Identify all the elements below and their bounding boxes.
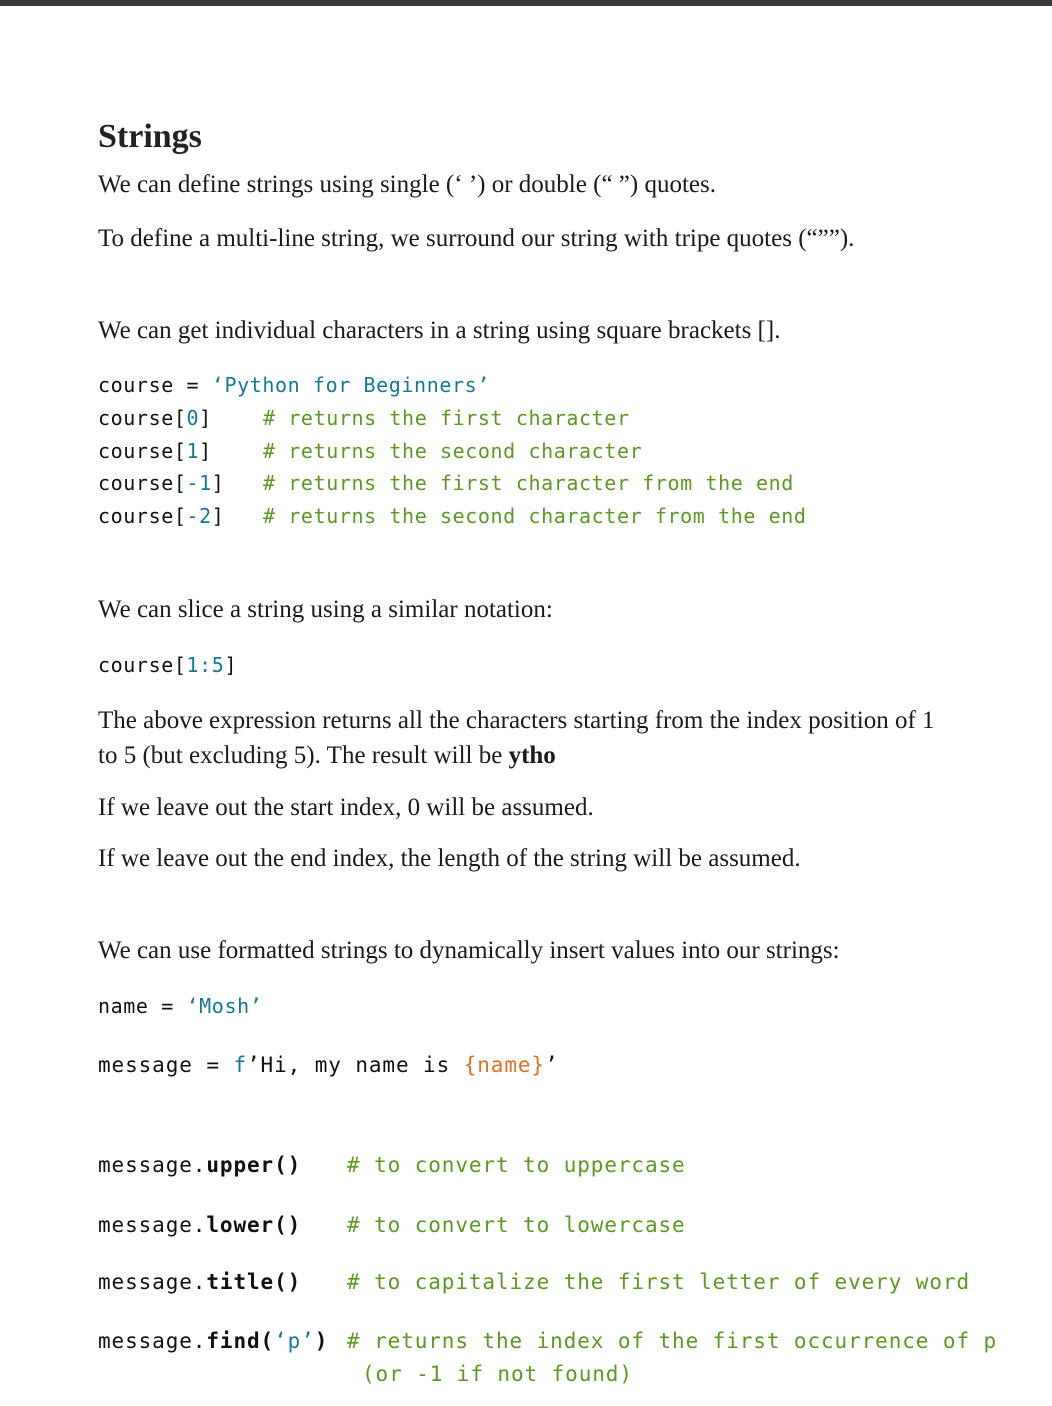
code-prefix: course[ (98, 406, 187, 430)
code-line-index: course[-1] (98, 471, 224, 495)
quotes-mid: ) or double ( (477, 171, 602, 198)
code-op: = (173, 373, 212, 397)
code-suffix: ] (224, 653, 238, 677)
code-fstring-text: ’Hi, my name is (247, 1053, 464, 1077)
code-comment: # returns the second character (263, 439, 643, 463)
multiline-suffix: ). (839, 225, 855, 252)
code-line-find: message.find(‘p’) (98, 1329, 328, 1353)
slice-explain-line2: to 5 (but excluding 5). The result will … (98, 742, 556, 770)
multiline-prefix: To define a multi-line string, we surrou… (98, 225, 807, 252)
top-bar (0, 0, 1052, 6)
quotes-suffix: ) quotes. (629, 171, 716, 198)
slicing-paragraph: We can slice a string using a similar no… (98, 596, 553, 623)
single-quote-sample: ‘ ’ (454, 171, 478, 198)
code-comment: # to capitalize the first letter of ever… (347, 1270, 970, 1294)
formatted-paragraph: We can use formatted strings to dynamica… (98, 937, 840, 964)
code-line-name: name = ‘Mosh’ (98, 994, 262, 1018)
code-object: message. (98, 1270, 207, 1294)
code-line-index: course[1] (98, 439, 212, 463)
code-method: upper() (206, 1153, 302, 1177)
code-line-index: course[0] (98, 406, 212, 430)
code-method: title() (206, 1270, 302, 1294)
code-index: 1 (186, 439, 200, 463)
code-fstring-close: ’ (544, 1053, 559, 1077)
code-op: = (148, 994, 187, 1018)
slice-explain-line1: The above expression returns all the cha… (98, 707, 935, 734)
code-fprefix: f (233, 1053, 247, 1077)
section-heading: Strings (98, 118, 202, 155)
code-comment: # to convert to uppercase (347, 1153, 686, 1177)
code-suffix: ] (211, 504, 225, 528)
code-object: message. (98, 1153, 207, 1177)
quotes-prefix: We can define strings using single ( (98, 171, 455, 198)
code-line-assign: course = ‘Python for Beginners’ (98, 373, 490, 397)
code-prefix: course[ (98, 439, 187, 463)
code-comment: # returns the first character (263, 406, 630, 430)
code-string: ‘Mosh’ (186, 994, 263, 1018)
code-line-method: message.title() (98, 1270, 301, 1294)
code-close-paren: ) (314, 1329, 329, 1353)
double-quote-sample: “ ” (601, 171, 630, 198)
slice-explain-prefix: to 5 (but excluding 5). The result will … (98, 742, 509, 769)
code-comment-continuation: (or -1 if not found) (362, 1362, 633, 1386)
end-index-note: If we leave out the end index, the lengt… (98, 845, 801, 872)
code-prefix: course[ (98, 504, 187, 528)
code-index: -2 (186, 504, 212, 528)
code-line-slice: course[1:5] (98, 653, 237, 677)
code-method: find( (206, 1329, 275, 1353)
code-op: = (192, 1053, 234, 1077)
code-suffix: ] (211, 471, 225, 495)
code-range: 1:5 (186, 653, 225, 677)
start-index-note: If we leave out the start index, 0 will … (98, 794, 594, 821)
code-string: ‘Python for Beginners’ (211, 373, 490, 397)
code-line-message: message = f’Hi, my name is {name}’ (98, 1053, 559, 1077)
code-line-index: course[-2] (98, 504, 224, 528)
code-object: message. (98, 1213, 207, 1237)
code-suffix: ] (199, 439, 212, 463)
code-comment: # returns the index of the first occurre… (347, 1329, 998, 1353)
code-suffix: ] (199, 406, 212, 430)
code-var: message (98, 1053, 193, 1077)
code-interpolation: {name} (463, 1053, 545, 1077)
slice-result: ytho (508, 742, 556, 769)
code-index: 0 (186, 406, 200, 430)
code-line-method: message.upper() (98, 1153, 301, 1177)
code-comment: # returns the second character from the … (263, 504, 807, 528)
code-prefix: course[ (98, 471, 187, 495)
code-object: message. (98, 1329, 207, 1353)
code-var: name (98, 994, 149, 1018)
code-method: lower() (206, 1213, 302, 1237)
multiline-paragraph: To define a multi-line string, we surrou… (98, 225, 854, 253)
triple-quote-sample: “”” (806, 225, 840, 252)
code-var: course (98, 373, 174, 397)
code-prefix: course[ (98, 653, 187, 677)
indexing-paragraph: We can get individual characters in a st… (98, 317, 781, 344)
code-comment: # to convert to lowercase (347, 1213, 686, 1237)
code-comment: # returns the first character from the e… (263, 471, 794, 495)
code-line-method: message.lower() (98, 1213, 301, 1237)
code-arg: ‘p’ (274, 1329, 315, 1353)
quotes-paragraph: We can define strings using single (‘ ’)… (98, 171, 716, 199)
code-index: -1 (186, 471, 212, 495)
